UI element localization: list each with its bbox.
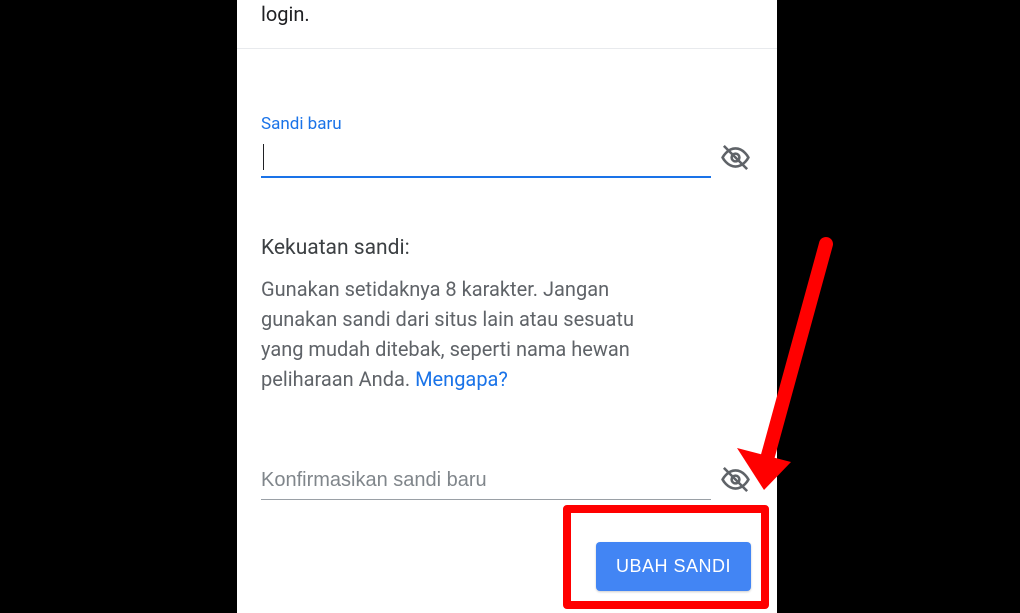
new-password-input[interactable]	[261, 140, 711, 178]
eye-off-icon	[720, 142, 751, 177]
toggle-visibility-new[interactable]	[717, 141, 753, 177]
new-password-label: Sandi baru	[261, 114, 753, 134]
change-password-button[interactable]: UBAH SANDI	[596, 542, 751, 591]
why-link[interactable]: Mengapa?	[415, 367, 508, 391]
toggle-visibility-confirm[interactable]	[717, 463, 753, 499]
confirm-password-input[interactable]	[261, 462, 711, 500]
confirm-password-field-block	[261, 462, 753, 500]
top-instruction-text: login.	[261, 0, 753, 28]
password-change-card: login. Sandi baru Kekuatan sandi: Gunaka…	[237, 0, 777, 613]
section-divider	[237, 48, 777, 49]
password-strength-block: Kekuatan sandi: Gunakan setidaknya 8 kar…	[261, 236, 753, 394]
strength-description: Gunakan setidaknya 8 karakter. Jangan gu…	[261, 274, 681, 394]
text-cursor	[263, 144, 264, 170]
eye-off-icon	[720, 464, 751, 499]
new-password-field-block: Sandi baru	[261, 114, 753, 178]
strength-title: Kekuatan sandi:	[261, 236, 753, 260]
